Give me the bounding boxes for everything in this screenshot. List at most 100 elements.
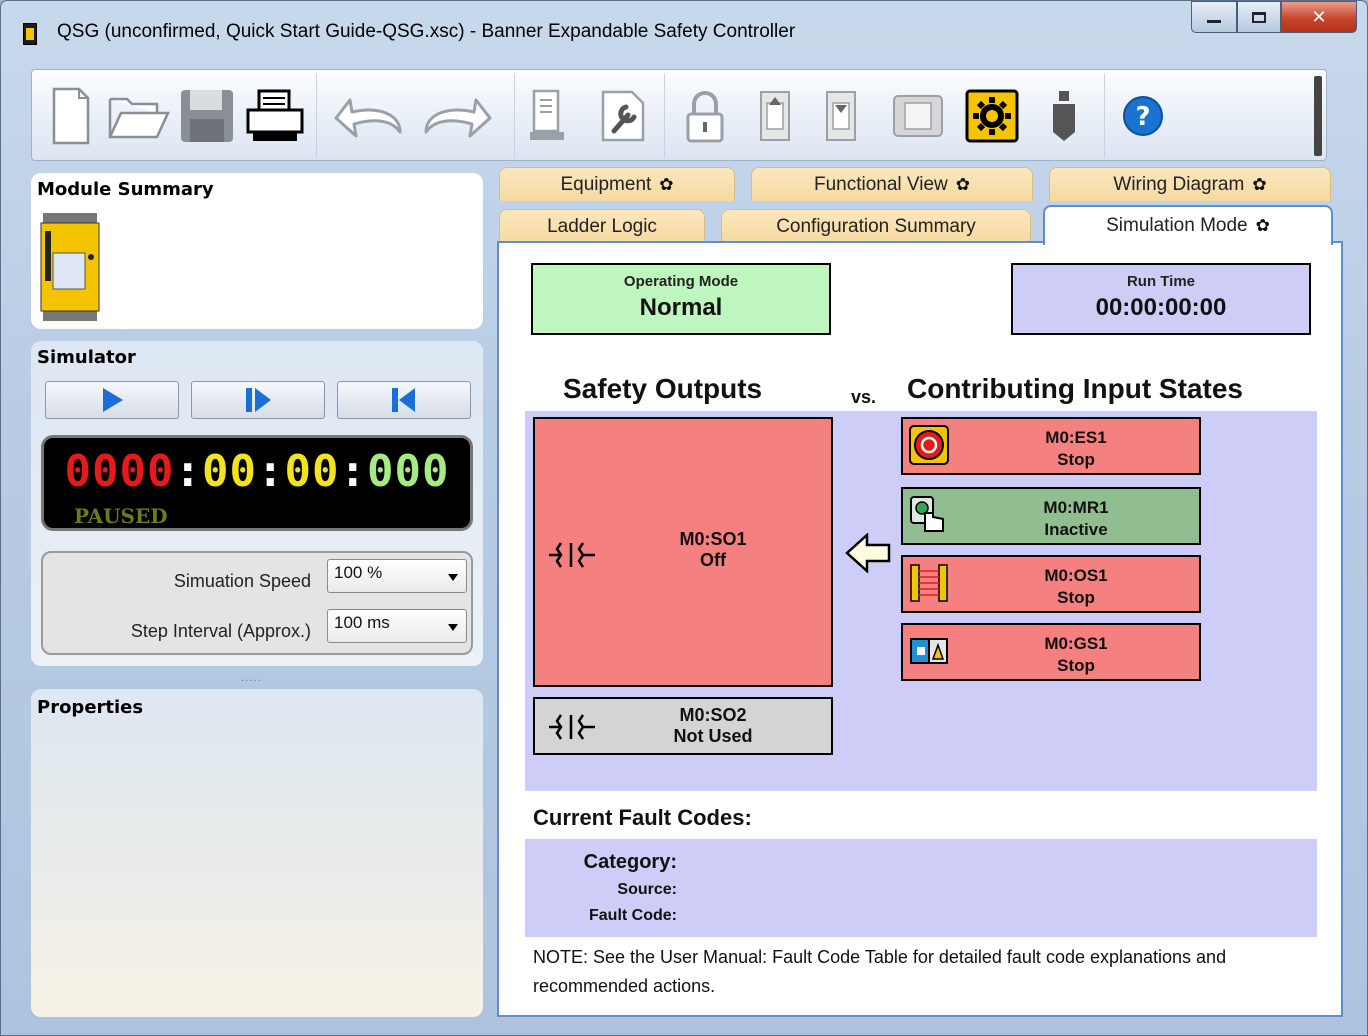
svg-text:?: ? bbox=[1135, 102, 1150, 132]
panel-splitter[interactable]: ..... bbox=[241, 673, 262, 684]
chevron-down-icon bbox=[448, 624, 458, 631]
arrow-left-icon bbox=[845, 533, 891, 573]
play-icon bbox=[103, 388, 123, 412]
reset-button[interactable] bbox=[337, 381, 471, 419]
run-time-box: Run Time 00:00:00:00 bbox=[1011, 263, 1311, 335]
speed-value: 100 % bbox=[334, 563, 383, 582]
input-os1[interactable]: M0:OS1 Stop bbox=[901, 555, 1201, 613]
skip-back-icon bbox=[392, 388, 415, 412]
module-summary-title: Module Summary bbox=[37, 179, 214, 200]
live-mode-icon[interactable] bbox=[890, 82, 946, 150]
fault-code-label: Fault Code: bbox=[589, 907, 677, 924]
open-folder-icon[interactable] bbox=[104, 82, 174, 150]
undo-icon[interactable] bbox=[326, 82, 410, 150]
window-title: QSG (unconfirmed, Quick Start Guide-QSG.… bbox=[57, 21, 796, 42]
simulation-diagram: M0:SO1 Off M0:SO2 Not Used M0:ES1 Stop M0… bbox=[525, 411, 1317, 791]
input-state: Stop bbox=[1057, 656, 1095, 675]
safety-output-so1[interactable]: M0:SO1 Off bbox=[533, 417, 833, 687]
step-forward-icon bbox=[246, 388, 271, 412]
clock-separator: : bbox=[256, 446, 285, 497]
input-gs1[interactable]: M0:GS1 Stop bbox=[901, 623, 1201, 681]
simulation-mode-content: Operating Mode Normal Run Time 00:00:00:… bbox=[497, 241, 1343, 1017]
send-config-icon[interactable] bbox=[752, 82, 798, 150]
close-icon: ✕ bbox=[1311, 6, 1327, 28]
clock-minutes: 00 bbox=[202, 446, 257, 497]
gate-switch-icon bbox=[910, 638, 948, 664]
print-icon[interactable] bbox=[244, 82, 306, 150]
safety-controller-module-image[interactable] bbox=[39, 213, 101, 321]
input-name: M0:ES1 bbox=[1045, 428, 1107, 447]
simulation-clock: 0000:00:00:000 PAUSED bbox=[41, 435, 473, 531]
chevron-down-icon bbox=[448, 574, 458, 581]
tab-label: Equipment bbox=[560, 173, 652, 195]
close-button[interactable]: ✕ bbox=[1281, 1, 1357, 33]
tab-configuration-summary[interactable]: Configuration Summary bbox=[721, 209, 1031, 243]
clock-status: PAUSED bbox=[74, 504, 168, 528]
input-name: M0:MR1 bbox=[1043, 498, 1109, 517]
minimize-button[interactable] bbox=[1191, 1, 1237, 33]
fault-category-label: Category: bbox=[583, 851, 677, 873]
input-state: Stop bbox=[1057, 450, 1095, 469]
ladder-contact-icon bbox=[549, 542, 595, 568]
maximize-icon bbox=[1252, 11, 1266, 23]
title-bar: QSG (unconfirmed, Quick Start Guide-QSG.… bbox=[1, 1, 1367, 61]
tab-functional-view[interactable]: Functional View ✿ bbox=[751, 167, 1033, 201]
operating-mode-value: Normal bbox=[639, 294, 723, 321]
minimize-icon bbox=[1207, 19, 1221, 23]
contributing-inputs-heading: Contributing Input States bbox=[907, 373, 1243, 404]
run-time-caption: Run Time bbox=[1126, 273, 1196, 290]
app-icon bbox=[23, 23, 37, 45]
network-settings-icon[interactable] bbox=[526, 82, 570, 150]
input-state: Inactive bbox=[1044, 520, 1108, 539]
tab-ladder-logic[interactable]: Ladder Logic bbox=[499, 209, 705, 243]
tab-label: Configuration Summary bbox=[776, 215, 976, 237]
safety-output-so2[interactable]: M0:SO2 Not Used bbox=[533, 697, 833, 755]
tool-icon[interactable] bbox=[598, 82, 648, 150]
tab-label: Simulation Mode bbox=[1106, 215, 1248, 236]
lock-icon[interactable] bbox=[682, 82, 728, 150]
clock-digits: 0000:00:00:000 bbox=[44, 446, 470, 497]
tab-wiring-diagram[interactable]: Wiring Diagram ✿ bbox=[1049, 167, 1331, 201]
output-name: M0:SO1 bbox=[679, 529, 747, 549]
redo-icon[interactable] bbox=[416, 82, 500, 150]
save-icon[interactable] bbox=[176, 82, 238, 150]
clock-separator: : bbox=[174, 446, 202, 497]
input-mr1[interactable]: M0:MR1 Inactive bbox=[901, 487, 1201, 545]
output-state: Off bbox=[700, 550, 726, 570]
input-state: Stop bbox=[1057, 588, 1095, 607]
speed-label: Simuation Speed bbox=[173, 571, 311, 591]
step-interval-select[interactable]: 100 ms bbox=[327, 609, 467, 643]
maximize-button[interactable] bbox=[1237, 1, 1281, 33]
tab-equipment[interactable]: Equipment ✿ bbox=[499, 167, 735, 201]
clock-seconds: 00 bbox=[284, 446, 340, 497]
simulator-settings: Simuation Speed 100 % Step Interval (App… bbox=[41, 551, 473, 655]
interval-label: Step Interval (Approx.) bbox=[130, 621, 311, 641]
properties-title: Properties bbox=[37, 697, 144, 718]
new-file-icon[interactable] bbox=[46, 82, 96, 150]
operating-mode-caption: Operating Mode bbox=[623, 273, 739, 290]
clock-separator: : bbox=[339, 446, 367, 497]
input-es1[interactable]: M0:ES1 Stop bbox=[901, 417, 1201, 475]
operating-mode-box: Operating Mode Normal bbox=[531, 263, 831, 335]
fault-note: NOTE: See the User Manual: Fault Code Ta… bbox=[533, 947, 1227, 996]
usb-icon[interactable] bbox=[1042, 82, 1086, 150]
vs-label: vs. bbox=[851, 387, 877, 407]
help-icon[interactable]: ? bbox=[1120, 82, 1166, 150]
simulation-mode-icon[interactable] bbox=[964, 82, 1020, 150]
app-window: QSG (unconfirmed, Quick Start Guide-QSG.… bbox=[0, 0, 1368, 1036]
safety-outputs-heading: Safety Outputs bbox=[563, 373, 763, 404]
fault-codes-box: Category: Source: Fault Code: bbox=[525, 839, 1317, 937]
window-controls: ✕ bbox=[1191, 1, 1357, 33]
toolbar-scrollbar[interactable] bbox=[1314, 76, 1322, 156]
manual-reset-icon bbox=[910, 496, 944, 532]
gear-icon: ✿ bbox=[1255, 216, 1270, 235]
tab-simulation-mode[interactable]: Simulation Mode ✿ bbox=[1043, 205, 1333, 245]
emergency-stop-icon bbox=[909, 425, 949, 465]
input-name: M0:OS1 bbox=[1044, 566, 1108, 585]
receive-config-icon[interactable] bbox=[818, 82, 864, 150]
toolbar: ? bbox=[31, 69, 1327, 161]
optical-sensor-icon bbox=[910, 564, 948, 602]
step-button[interactable] bbox=[191, 381, 325, 419]
play-button[interactable] bbox=[45, 381, 179, 419]
simulation-speed-select[interactable]: 100 % bbox=[327, 559, 467, 593]
